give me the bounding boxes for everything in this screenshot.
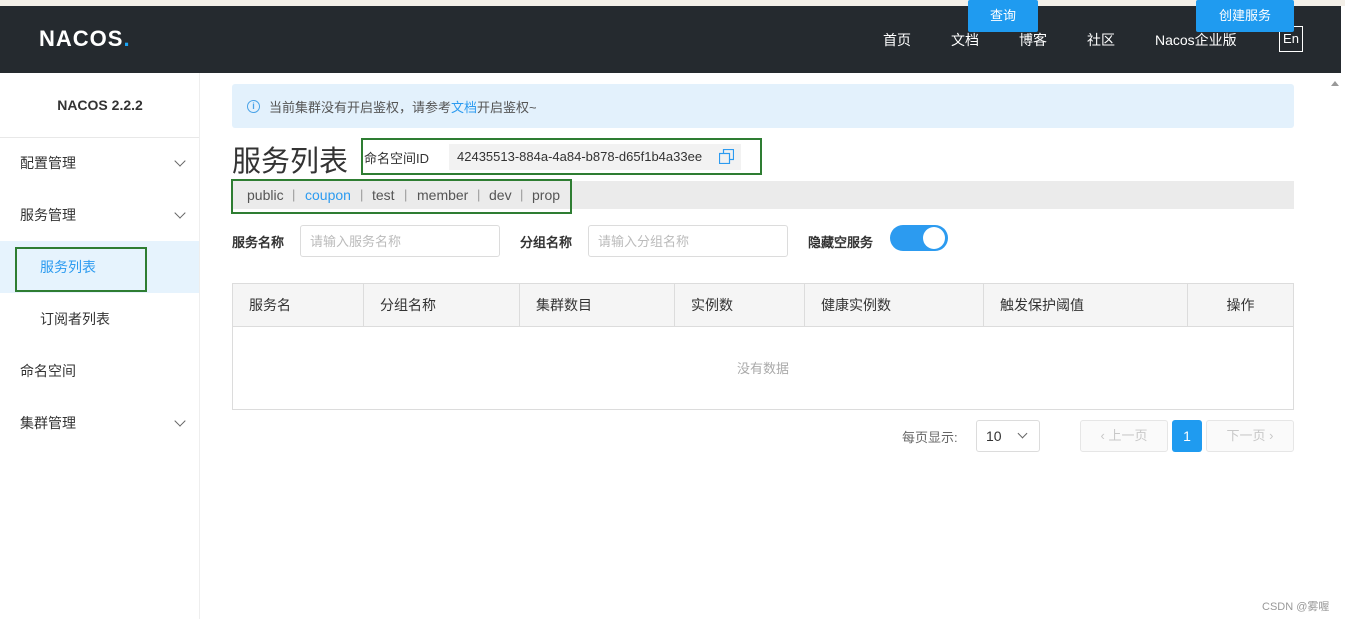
auth-notice: i 当前集群没有开启鉴权，请参考文档开启鉴权~ (232, 84, 1294, 128)
sidebar: NACOS 2.2.2 配置管理 服务管理 服务列表 订阅者列表 命名空间 集群… (0, 73, 200, 619)
copy-icon[interactable] (719, 149, 734, 164)
service-name-label: 服务名称 (232, 235, 285, 250)
chevron-down-icon (174, 415, 186, 427)
current-page-button[interactable]: 1 (1172, 420, 1202, 452)
scroll-up-arrow-icon[interactable] (1331, 81, 1339, 86)
nacos-logo[interactable]: NACOS. (39, 26, 131, 52)
page-size-label: 每页显示: (902, 430, 958, 445)
docs-link[interactable]: 文档 (451, 100, 477, 115)
column-header-cluster-count[interactable]: 集群数目 (520, 284, 675, 327)
nav-blog[interactable]: 博客 (1019, 30, 1047, 50)
toggle-knob (923, 227, 945, 249)
namespace-id-value: 42435513-884a-4a84-b878-d65f1b4a33ee (449, 144, 741, 170)
nav-docs[interactable]: 文档 (951, 30, 979, 50)
table-empty-text: 没有数据 (736, 361, 789, 376)
service-table: 服务名 分组名称 集群数目 实例数 健康实例数 触发保护阈值 操作 没有数据 (232, 283, 1294, 410)
chevron-down-icon (174, 207, 186, 219)
sidebar-item-cluster-management[interactable]: 集群管理 (0, 397, 199, 449)
group-name-input[interactable] (588, 225, 788, 257)
column-header-protect-threshold[interactable]: 触发保护阈值 (984, 284, 1188, 327)
column-header-group-name[interactable]: 分组名称 (364, 284, 520, 327)
hide-empty-label: 隐藏空服务 (808, 235, 874, 250)
column-header-service-name[interactable]: 服务名 (233, 284, 364, 327)
table-header: 服务名 分组名称 集群数目 实例数 健康实例数 触发保护阈值 操作 (233, 284, 1293, 327)
watermark: CSDN @雾喔 (1262, 601, 1330, 613)
nav-home[interactable]: 首页 (883, 30, 911, 50)
highlight-box-namespace-tabs (231, 179, 572, 214)
next-page-button[interactable]: 下一页 › (1206, 420, 1294, 452)
sidebar-item-subscriber-list[interactable]: 订阅者列表 (0, 293, 199, 345)
column-header-actions: 操作 (1226, 297, 1255, 313)
column-header-healthy-instance-count[interactable]: 健康实例数 (805, 284, 984, 327)
page-size-value: 10 (986, 428, 1002, 444)
nav-enterprise[interactable]: Nacos企业版 (1155, 30, 1237, 50)
query-button[interactable]: 查询 (968, 0, 1038, 32)
column-header-instance-count[interactable]: 实例数 (675, 284, 805, 327)
create-service-button[interactable]: 创建服务 (1196, 0, 1294, 32)
chevron-down-icon (174, 155, 186, 167)
namespace-id-label: 命名空间ID (364, 151, 430, 166)
info-icon: i (247, 100, 260, 113)
sidebar-item-label: 订阅者列表 (40, 311, 110, 327)
top-navbar: NACOS. 首页 文档 博客 社区 Nacos企业版 En (0, 6, 1341, 73)
service-name-input[interactable] (300, 225, 500, 257)
version-label: NACOS 2.2.2 (57, 97, 143, 113)
page-size-select[interactable]: 10 (976, 420, 1040, 452)
sidebar-item-label: 命名空间 (20, 363, 76, 379)
highlight-box-service-list (15, 247, 147, 292)
nav-community[interactable]: 社区 (1087, 30, 1115, 50)
sidebar-item-service-management[interactable]: 服务管理 (0, 189, 199, 241)
sidebar-item-label: 服务管理 (20, 207, 76, 223)
sidebar-item-namespace[interactable]: 命名空间 (0, 345, 199, 397)
sidebar-item-label: 集群管理 (20, 415, 76, 431)
group-name-label: 分组名称 (520, 235, 573, 250)
page-title: 服务列表 (232, 146, 349, 178)
namespace-id-text: 42435513-884a-4a84-b878-d65f1b4a33ee (457, 149, 703, 164)
sidebar-item-label: 配置管理 (20, 155, 76, 171)
chevron-down-icon (1017, 428, 1028, 439)
notice-text: 当前集群没有开启鉴权，请参考文档开启鉴权~ (269, 100, 537, 115)
sidebar-item-config-management[interactable]: 配置管理 (0, 137, 199, 189)
prev-page-button[interactable]: ‹ 上一页 (1080, 420, 1168, 452)
scrollbar[interactable] (1326, 73, 1345, 619)
hide-empty-toggle[interactable] (890, 225, 948, 251)
